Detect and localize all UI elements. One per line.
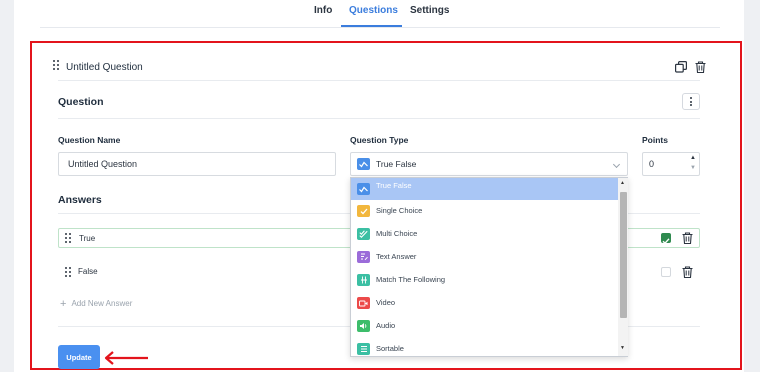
correct-answer-checkbox[interactable] (661, 233, 671, 245)
question-name-input[interactable]: Untitled Question (58, 152, 336, 176)
tab-info[interactable]: Info (314, 5, 332, 16)
question-section-title: Question (58, 96, 104, 108)
option-label: Single Choice (376, 206, 423, 215)
answer-label: True (79, 234, 96, 243)
option-true-false[interactable]: True False (351, 178, 619, 200)
option-label: True False (376, 181, 412, 190)
true-false-icon (357, 158, 370, 170)
option-label: Video (376, 298, 396, 307)
multi-choice-icon (357, 228, 370, 240)
option-multi-choice[interactable]: Multi Choice (351, 223, 619, 245)
duplicate-icon[interactable] (674, 60, 688, 74)
text-answer-icon (357, 251, 370, 263)
tabs-divider (40, 27, 720, 28)
more-options-icon[interactable] (682, 93, 700, 110)
option-match-the-following[interactable]: Match The Following (351, 269, 619, 291)
scroll-up-icon[interactable]: ▲ (620, 181, 625, 186)
answers-section-title: Answers (58, 194, 102, 206)
answer-label: False (78, 267, 98, 276)
add-answer-label: Add New Answer (71, 299, 133, 308)
drag-handle-icon[interactable] (65, 267, 72, 278)
option-sortable[interactable]: Sortable (351, 338, 619, 356)
dropdown-scroll-thumb[interactable] (620, 192, 627, 318)
tab-settings[interactable]: Settings (410, 5, 449, 16)
chevron-down-icon (612, 160, 621, 169)
question-type-label: Question Type (350, 135, 409, 145)
option-audio[interactable]: Audio (351, 315, 619, 337)
single-choice-icon (357, 205, 370, 217)
option-label: Match The Following (376, 275, 446, 284)
question-divider (58, 118, 700, 119)
option-single-choice[interactable]: Single Choice (351, 200, 619, 222)
match-icon (357, 274, 370, 286)
update-button[interactable]: Update (58, 345, 100, 369)
sortable-icon (357, 343, 370, 355)
tab-questions[interactable]: Questions (349, 5, 398, 16)
points-decrement-icon[interactable]: ▼ (690, 165, 696, 171)
header-divider (58, 80, 700, 81)
plus-icon: + (60, 298, 67, 310)
question-header-title: Untitled Question (66, 62, 143, 73)
drag-handle-icon[interactable] (53, 60, 60, 71)
drag-handle-icon[interactable] (65, 233, 72, 244)
option-label: Sortable (376, 344, 404, 353)
arrow-pointer-icon (104, 351, 148, 365)
points-increment-icon[interactable]: ▲ (690, 155, 696, 161)
option-label: Multi Choice (376, 229, 418, 238)
delete-answer-icon[interactable] (681, 231, 693, 244)
option-video[interactable]: Video (351, 292, 619, 314)
question-type-value: True False (376, 159, 417, 169)
points-label: Points (642, 135, 668, 145)
true-false-icon (357, 183, 370, 195)
scroll-down-icon[interactable]: ▼ (620, 346, 625, 351)
question-type-select[interactable]: True False (350, 152, 628, 176)
delete-question-icon[interactable] (693, 60, 707, 74)
option-label: Text Answer (376, 252, 417, 261)
correct-answer-checkbox[interactable] (661, 267, 671, 277)
question-type-dropdown: True False Single Choice Multi Choice Te… (350, 177, 628, 357)
delete-answer-icon[interactable] (681, 265, 693, 278)
option-label: Audio (376, 321, 396, 330)
option-text-answer[interactable]: Text Answer (351, 246, 619, 268)
video-icon (357, 297, 370, 309)
audio-icon (357, 320, 370, 332)
add-answer-button[interactable]: + Add New Answer (60, 297, 133, 310)
question-name-label: Question Name (58, 135, 121, 145)
